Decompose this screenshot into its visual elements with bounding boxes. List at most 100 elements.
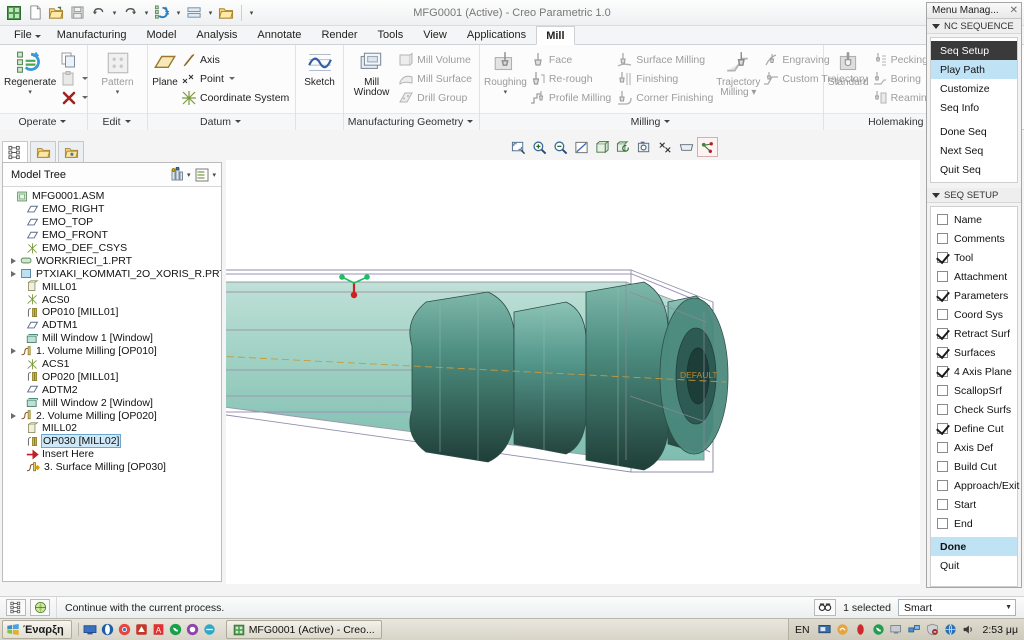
menu-item-quit-seq[interactable]: Quit Seq — [931, 160, 1017, 179]
close-window-icon[interactable] — [216, 3, 236, 23]
tree-row-op010[interactable]: OP010 [MILL01] — [7, 306, 221, 319]
acrobat-icon[interactable]: A — [152, 623, 165, 636]
check-approach-exit[interactable]: Approach/Exit — [931, 476, 1019, 495]
regenerate-button[interactable]: Regenerate ▾ — [4, 48, 56, 96]
tree-row-emo-top[interactable]: EMO_TOP — [7, 216, 221, 229]
app-red-icon[interactable] — [135, 623, 148, 636]
pattern-button[interactable]: Pattern ▾ — [92, 48, 143, 96]
menu-section-nc-sequence[interactable]: NC SEQUENCE — [927, 19, 1021, 34]
clock[interactable]: 2:53 μμ — [983, 624, 1018, 636]
tree-row-acs0[interactable]: ACS0 — [7, 293, 221, 306]
check-coord-sys[interactable]: Coord Sys — [931, 305, 1017, 324]
point-button[interactable]: Point — [178, 69, 292, 88]
standard-hole-button[interactable]: Standard — [828, 48, 869, 88]
face-button[interactable]: Face — [527, 50, 614, 69]
tree-row-surface-milling-op030[interactable]: 3. Surface Milling [OP030] — [7, 461, 221, 474]
tree-row-adtm2[interactable]: ADTM2 — [7, 383, 221, 396]
tree-row-op030[interactable]: OP030 [MILL02] — [7, 434, 221, 449]
zoom-out-icon[interactable] — [550, 137, 571, 157]
open-icon[interactable] — [46, 3, 66, 23]
check-surfaces[interactable]: Surfaces — [931, 343, 1017, 362]
checkbox[interactable] — [937, 252, 948, 263]
mill-volume-button[interactable]: Mill Volume — [395, 50, 475, 69]
tree-filters-caret-icon[interactable]: ▾ — [187, 171, 191, 179]
regenerate-caret-icon[interactable]: ▾ — [28, 88, 32, 96]
folder-browser-tab[interactable] — [30, 141, 56, 162]
menu-item-next-seq[interactable]: Next Seq — [931, 141, 1017, 160]
regenerate-icon[interactable] — [152, 3, 172, 23]
menu-item-done[interactable]: Done — [931, 537, 1017, 556]
checkbox[interactable] — [937, 423, 948, 434]
tree-row-insert-here[interactable]: Insert Here — [7, 448, 221, 461]
browser-toggle-icon[interactable] — [30, 599, 50, 616]
trajectory-milling-button[interactable]: Trajectory Milling ▾ — [716, 48, 760, 98]
tree-row-emo-right[interactable]: EMO_RIGHT — [7, 203, 221, 216]
datum-display-icon[interactable] — [655, 137, 676, 157]
roughing-button[interactable]: Roughing ▾ — [484, 48, 527, 96]
saved-orientations-icon[interactable] — [613, 137, 634, 157]
view-manager-icon[interactable] — [634, 137, 655, 157]
tree-row-mill01[interactable]: MILL01 — [7, 280, 221, 293]
check-attachment[interactable]: Attachment — [931, 267, 1017, 286]
tab-render[interactable]: Render — [311, 25, 367, 44]
tree-filters-icon[interactable] — [168, 166, 186, 183]
menu-item-seq-setup[interactable]: Seq Setup — [931, 41, 1017, 60]
checkbox[interactable] — [937, 328, 948, 339]
re-rough-button[interactable]: Re-rough — [527, 69, 614, 88]
tree-row-mill02[interactable]: MILL02 — [7, 422, 221, 435]
delete-button[interactable] — [58, 88, 91, 107]
check-end[interactable]: End — [931, 514, 1017, 533]
chevron-down-icon[interactable]: ▼ — [1005, 604, 1012, 611]
check-parameters[interactable]: Parameters — [931, 286, 1017, 305]
check-start[interactable]: Start — [931, 495, 1017, 514]
refit-icon[interactable] — [508, 137, 529, 157]
tree-row-emo-front[interactable]: EMO_FRONT — [7, 229, 221, 242]
tree-row-mill-window-2[interactable]: Mill Window 2 [Window] — [7, 396, 221, 409]
tray-app2-icon[interactable] — [836, 623, 849, 636]
display-style-icon[interactable] — [592, 137, 613, 157]
tray-app4-icon[interactable] — [872, 623, 885, 636]
show-desktop-icon[interactable] — [83, 624, 97, 636]
tree-columns-icon[interactable] — [193, 167, 211, 183]
pattern-caret-icon[interactable]: ▾ — [116, 88, 120, 96]
tray-shield-icon[interactable] — [926, 623, 939, 636]
check-axis-def[interactable]: Axis Def — [931, 438, 1017, 457]
tray-monitor-icon[interactable] — [889, 623, 903, 636]
checkbox[interactable] — [937, 461, 948, 472]
repaint-icon[interactable] — [571, 137, 592, 157]
group-title-manufacturing-geometry[interactable]: Manufacturing Geometry — [344, 113, 479, 130]
selection-filter-dropdown[interactable]: Smart ▼ — [898, 599, 1016, 616]
app-purple-icon[interactable] — [186, 623, 199, 636]
finishing-button[interactable]: Finishing — [614, 69, 716, 88]
menu-item-done-seq[interactable]: Done Seq — [931, 122, 1017, 141]
checkbox[interactable] — [937, 518, 948, 529]
close-icon[interactable]: ✕ — [1010, 5, 1018, 16]
tab-file[interactable]: File — [4, 25, 47, 44]
group-title-edit[interactable]: Edit — [88, 113, 147, 130]
start-button[interactable]: Έναρξη — [2, 620, 72, 639]
check-build-cut[interactable]: Build Cut — [931, 457, 1017, 476]
tree-row-ptxiaki-kommati[interactable]: PTXIAKI_KOMMATI_2O_XORIS_R.PRT — [7, 267, 221, 280]
check-define-cut[interactable]: Define Cut — [931, 419, 1017, 438]
checkbox[interactable] — [937, 499, 948, 510]
chrome-icon[interactable] — [118, 623, 131, 636]
tree-row-emo-def-csys[interactable]: EMO_DEF_CSYS — [7, 242, 221, 255]
menu-item-quit[interactable]: Quit — [931, 556, 1017, 575]
tray-network-icon[interactable] — [907, 623, 921, 636]
graphics-view[interactable]: DEFAULT — [226, 160, 920, 584]
opera-icon[interactable] — [101, 623, 114, 636]
check-name[interactable]: Name — [931, 210, 1017, 229]
copy-button[interactable] — [58, 50, 91, 69]
check-tool[interactable]: Tool — [931, 248, 1017, 267]
coordinate-system-button[interactable]: Coordinate System — [178, 88, 292, 107]
tree-columns-caret-icon[interactable]: ▾ — [212, 171, 216, 179]
tree-expander[interactable] — [9, 411, 18, 420]
tree-row-mfg0001-asm[interactable]: MFG0001.ASM — [7, 190, 221, 203]
checkbox[interactable] — [937, 347, 948, 358]
checkbox[interactable] — [937, 442, 948, 453]
checkbox[interactable] — [937, 233, 948, 244]
checkbox[interactable] — [937, 404, 948, 415]
tray-globe-icon[interactable] — [944, 623, 957, 636]
tree-expander[interactable] — [9, 256, 18, 265]
plane-button[interactable]: Plane — [152, 48, 178, 88]
